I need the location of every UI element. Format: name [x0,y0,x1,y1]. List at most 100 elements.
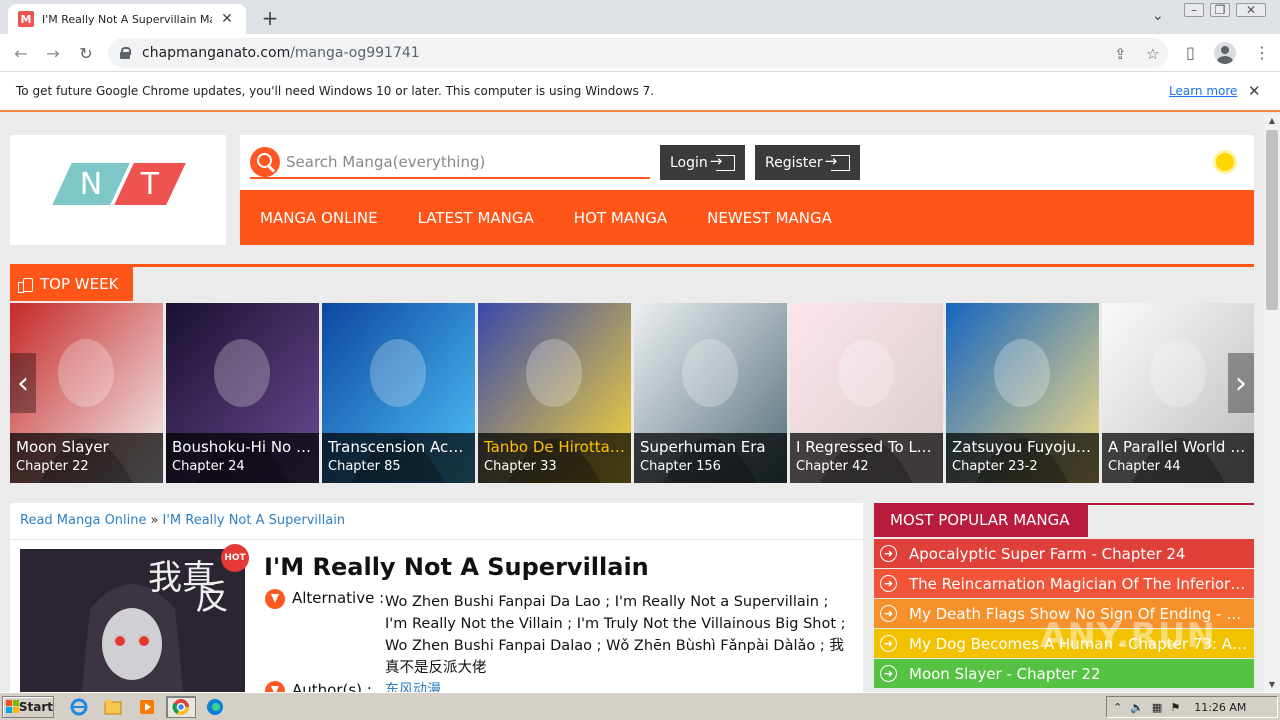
author-link[interactable]: 东风动漫 [385,679,441,692]
tab-search-chevron-down-icon[interactable]: ⌄ [1152,8,1164,24]
slide-caption: I Regressed To Level 1 Chapter 42 [790,433,943,483]
site-header: Login Register MANGA ONLINE LATEST MANGA… [240,135,1254,245]
login-button[interactable]: Login [660,145,745,180]
thumbs-up-icon [18,277,33,293]
top-week-slide[interactable]: Tanbo De Hirotta Onna Kishi Chapter 33 [478,303,631,483]
clock[interactable]: 11:26 AM [1194,701,1246,714]
hot-badge: HOT [221,544,249,572]
scroll-thumb[interactable] [1266,130,1278,310]
page-scrollbar[interactable]: ▲ ▼ [1264,114,1280,692]
top-week-slide[interactable]: Zatsuyou Fuyojutsushi Chapter 23-2 [946,303,1099,483]
browser-tab[interactable]: M I'M Really Not A Supervillain Manga On… [8,4,246,34]
forward-icon[interactable]: → [42,42,64,64]
learn-more-link[interactable]: Learn more [1169,84,1237,98]
theme-toggle-sun-icon[interactable] [1209,141,1240,177]
slide-chapter[interactable]: Chapter 23-2 [952,459,1093,474]
manga-cover-image: 我真 反 [20,549,245,692]
slider-next-icon[interactable]: › [1228,353,1254,413]
top-week-slide[interactable]: Boushoku-Hi No Kenshi Chapter 24 [166,303,319,483]
file-explorer-icon[interactable] [100,696,126,718]
lock-icon[interactable] [120,47,131,59]
reload-icon[interactable]: ↻ [75,42,97,64]
top-week-slide[interactable]: I Regressed To Level 1 Chapter 42 [790,303,943,483]
slide-title[interactable]: I Regressed To Level 1 [796,438,937,456]
profile-avatar-icon[interactable] [1214,42,1236,64]
site-logo[interactable]: N T [10,135,226,245]
popular-item[interactable]: ➜ Apocalyptic Super Farm - Chapter 24 [874,539,1254,568]
slide-title[interactable]: Zatsuyou Fuyojutsushi [952,438,1093,456]
menu-kebab-icon[interactable]: ⋮ [1254,43,1270,62]
infobar-close-icon[interactable]: ✕ [1248,82,1261,100]
slide-chapter[interactable]: Chapter 24 [172,459,313,474]
breadcrumb-home-link[interactable]: Read Manga Online [20,513,147,528]
edge-icon[interactable] [202,696,228,718]
top-week-heading: TOP WEEK [10,267,133,301]
start-button[interactable]: Start [2,696,54,718]
slide-caption: Moon Slayer Chapter 22 [10,433,163,483]
nav-newest-manga[interactable]: NEWEST MANGA [707,209,832,227]
slide-title[interactable]: Tanbo De Hirotta Onna Kishi [484,438,625,456]
search-icon[interactable] [250,147,280,177]
arrow-circle-icon: ➜ [880,665,897,682]
tray-expand-icon[interactable]: ⌃ [1113,701,1122,714]
top-week-slide[interactable]: Superhuman Era Chapter 156 [634,303,787,483]
slide-caption: A Parallel World With A Disgusting Woman… [1102,433,1254,483]
slide-title[interactable]: Moon Slayer [16,438,157,456]
search-input[interactable] [286,149,646,175]
new-tab-icon[interactable]: + [258,6,282,30]
slide-chapter[interactable]: Chapter 33 [484,459,625,474]
slide-chapter[interactable]: Chapter 44 [1108,459,1249,474]
divider [10,539,863,540]
slide-chapter[interactable]: Chapter 156 [640,459,781,474]
popular-item[interactable]: ➜ Moon Slayer - Chapter 22 [874,659,1254,688]
media-player-icon[interactable] [134,696,160,718]
address-bar[interactable]: chapmanganato.com/manga-og991741 ⇪ ☆ [108,38,1168,68]
svg-text:反: 反 [195,578,229,618]
slide-chapter[interactable]: Chapter 85 [328,459,469,474]
action-center-flag-icon[interactable]: ⚑ [1170,701,1180,714]
author-icon [265,681,285,692]
slide-chapter[interactable]: Chapter 22 [16,459,157,474]
restore-icon[interactable]: ❐ [1210,3,1230,17]
tab-strip: M I'M Really Not A Supervillain Manga On… [0,0,1280,34]
window-close-icon[interactable]: ✕ [1236,3,1266,17]
scroll-up-icon[interactable]: ▲ [1264,114,1280,128]
chrome-icon[interactable] [166,696,196,718]
share-icon[interactable]: ⇪ [1114,45,1127,63]
volume-icon[interactable]: 🔈 [1130,701,1144,714]
browser-toolbar: ← → ↻ chapmanganato.com/manga-og991741 ⇪… [0,34,1280,72]
tab-title: I'M Really Not A Supervillain Manga Onli… [42,12,212,26]
side-panel-icon[interactable]: ▯ [1186,43,1195,62]
slide-chapter[interactable]: Chapter 42 [796,459,937,474]
minimize-icon[interactable]: – [1184,3,1204,17]
slide-title[interactable]: Superhuman Era [640,438,781,456]
popular-item[interactable]: ➜ The Reincarnation Magician Of The Infer… [874,569,1254,598]
slide-title[interactable]: Transcension Academy [328,438,469,456]
tab-close-icon[interactable]: ✕ [218,11,236,27]
arrow-circle-icon: ➜ [880,605,897,622]
back-icon[interactable]: ← [10,42,32,64]
top-week-slide[interactable]: Transcension Academy Chapter 85 [322,303,475,483]
nav-latest-manga[interactable]: LATEST MANGA [418,209,534,227]
network-icon[interactable]: ▦ [1152,701,1162,714]
manga-info-panel: Read Manga Online» I'M Really Not A Super… [10,503,863,692]
search-box [250,147,650,179]
nav-manga-online[interactable]: MANGA ONLINE [260,209,378,227]
register-button[interactable]: Register [755,145,860,180]
slide-title[interactable]: A Parallel World With A Disgusting Woman [1108,438,1249,456]
breadcrumb-current-link[interactable]: I'M Really Not A Supervillain [162,513,345,528]
top-week-rule [10,264,1254,267]
url-text: chapmanganato.com/manga-og991741 [142,45,420,61]
popular-item-label: Apocalyptic Super Farm - Chapter 24 [909,544,1186,563]
slide-caption: Transcension Academy Chapter 85 [322,433,475,483]
alternative-label: Alternative : [292,589,385,607]
slide-title[interactable]: Boushoku-Hi No Kenshi [172,438,313,456]
top-week-slider: Moon Slayer Chapter 22 Boushoku-Hi No Kens… [10,303,1254,483]
bookmark-star-icon[interactable]: ☆ [1146,45,1159,63]
nav-hot-manga[interactable]: HOT MANGA [574,209,667,227]
web-page: N T Login Register MANGA ONLINE LATEST M… [0,114,1264,692]
slider-prev-icon[interactable]: ‹ [10,353,36,413]
internet-explorer-icon[interactable] [66,696,92,718]
popular-item-label: The Reincarnation Magician Of The Inferi… [909,574,1249,593]
scroll-down-icon[interactable]: ▼ [1264,678,1280,692]
